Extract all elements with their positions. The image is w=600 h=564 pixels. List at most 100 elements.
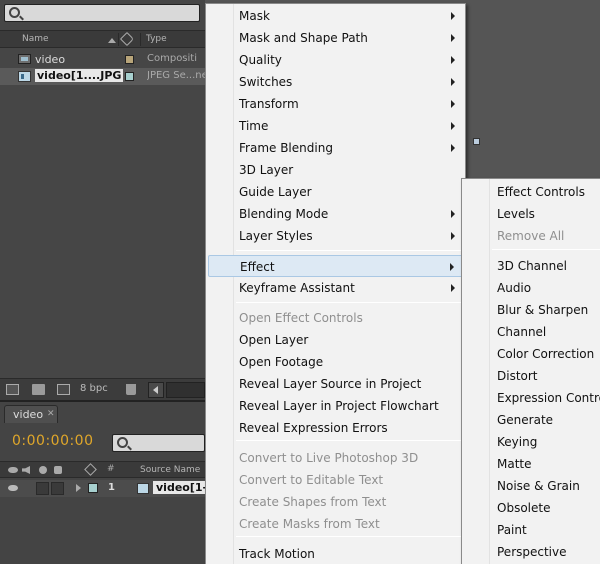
effect-menu-item-channel[interactable]: Channel <box>464 321 600 343</box>
menu-item-transform[interactable]: Transform <box>208 93 463 115</box>
project-item-row[interactable]: video Compositi <box>0 51 205 68</box>
scroll-left-button[interactable] <box>148 382 164 398</box>
interpret-footage-icon[interactable] <box>6 384 19 395</box>
menu-item-open-footage[interactable]: Open Footage <box>208 351 463 373</box>
effect-menu-item-keying[interactable]: Keying <box>464 431 600 453</box>
menu-item-convert-to-live-photoshop-3d: Convert to Live Photoshop 3D <box>208 447 463 469</box>
menu-item-3d-layer[interactable]: 3D Layer <box>208 159 463 181</box>
bit-depth-button[interactable]: 8 bpc <box>80 383 108 394</box>
menu-item-keyframe-assistant[interactable]: Keyframe Assistant <box>208 277 463 299</box>
label-tag-icon[interactable] <box>119 31 135 47</box>
layer-transform-handle[interactable] <box>473 138 480 145</box>
label-color-swatch[interactable] <box>125 72 134 81</box>
chevron-right-icon <box>451 100 455 108</box>
menu-item-reveal-layer-source-in-project[interactable]: Reveal Layer Source in Project <box>208 373 463 395</box>
effect-menu-item-obsolete[interactable]: Obsolete <box>464 497 600 519</box>
effect-menu-item-noise-and-grain[interactable]: Noise & Grain <box>464 475 600 497</box>
menu-item-label: Mask and Shape Path <box>239 31 368 45</box>
effect-menu-item-paint[interactable]: Paint <box>464 519 600 541</box>
composition-icon <box>18 54 31 64</box>
menu-item-label: Convert to Live Photoshop 3D <box>239 451 419 465</box>
menu-item-label: Convert to Editable Text <box>239 473 384 487</box>
search-icon <box>117 437 128 448</box>
eye-icon[interactable] <box>8 485 18 491</box>
menu-item-label: Open Effect Controls <box>239 311 363 325</box>
menu-item-mask-and-shape-path[interactable]: Mask and Shape Path <box>208 27 463 49</box>
chevron-right-icon <box>451 232 455 240</box>
label-color-swatch[interactable] <box>125 55 134 64</box>
effect-menu-item-audio[interactable]: Audio <box>464 277 600 299</box>
effect-menu-item-remove-all: Remove All <box>464 225 600 247</box>
effect-menu-item-3d-channel[interactable]: 3D Channel <box>464 255 600 277</box>
menu-item-label: Blending Mode <box>239 207 329 221</box>
menu-item-label: Effect <box>240 260 275 274</box>
menu-separator <box>236 440 461 441</box>
tab-video-timeline[interactable]: video ✕ <box>4 405 58 423</box>
menu-item-label: Open Layer <box>239 333 309 347</box>
timeline-panel: video ✕ 0:00:00:00 # Source Name 1 video… <box>0 400 211 564</box>
menu-item-reveal-expression-errors[interactable]: Reveal Expression Errors <box>208 417 463 439</box>
source-name-header[interactable]: Source Name <box>140 465 200 475</box>
new-composition-icon[interactable] <box>57 384 70 395</box>
menu-item-blending-mode[interactable]: Blending Mode <box>208 203 463 225</box>
timeline-search-input[interactable] <box>112 434 205 452</box>
project-item-row[interactable]: video[1....JPG JPEG Se...ne <box>0 68 205 85</box>
menu-item-label: Generate <box>497 413 554 427</box>
sort-ascending-icon[interactable] <box>108 38 116 43</box>
effect-menu-item-color-correction[interactable]: Color Correction <box>464 343 600 365</box>
menu-item-label: Create Masks from Text <box>239 517 380 531</box>
effect-menu-item-distort[interactable]: Distort <box>464 365 600 387</box>
menu-item-reveal-layer-in-project-flowchart[interactable]: Reveal Layer in Project Flowchart <box>208 395 463 417</box>
current-time-display[interactable]: 0:00:00:00 <box>12 433 94 449</box>
menu-item-open-layer[interactable]: Open Layer <box>208 329 463 351</box>
menu-item-label: Expression Controls <box>497 391 600 405</box>
effect-menu-item-perspective[interactable]: Perspective <box>464 541 600 563</box>
menu-item-effect[interactable]: Effect <box>208 255 463 277</box>
menu-item-create-shapes-from-text: Create Shapes from Text <box>208 491 463 513</box>
expand-triangle-icon[interactable] <box>76 484 81 492</box>
horizontal-scrollbar[interactable] <box>166 382 205 398</box>
chevron-right-icon <box>451 12 455 20</box>
chevron-right-icon <box>451 210 455 218</box>
lock-toggle[interactable] <box>51 482 64 495</box>
menu-item-label: Track Motion <box>239 547 315 561</box>
menu-item-frame-blending[interactable]: Frame Blending <box>208 137 463 159</box>
close-icon[interactable]: ✕ <box>47 409 55 419</box>
menu-item-switches[interactable]: Switches <box>208 71 463 93</box>
timeline-layer-row[interactable]: 1 video[1- <box>0 480 211 497</box>
effect-menu-item-levels[interactable]: Levels <box>464 203 600 225</box>
type-column-header[interactable]: Type <box>146 34 167 44</box>
menu-item-convert-to-editable-text: Convert to Editable Text <box>208 469 463 491</box>
menu-item-guide-layer[interactable]: Guide Layer <box>208 181 463 203</box>
effect-menu-item-generate[interactable]: Generate <box>464 409 600 431</box>
menu-item-time[interactable]: Time <box>208 115 463 137</box>
menu-item-mask[interactable]: Mask <box>208 5 463 27</box>
column-divider[interactable] <box>140 33 141 46</box>
audio-icon <box>22 466 30 474</box>
layer-name[interactable]: video[1- <box>153 481 211 494</box>
menu-item-track-motion[interactable]: Track Motion <box>208 543 463 564</box>
effect-menu-item-effect-controls[interactable]: Effect Controls <box>464 181 600 203</box>
footage-icon <box>137 483 149 494</box>
effect-menu-item-expression-controls[interactable]: Expression Controls <box>464 387 600 409</box>
column-divider[interactable] <box>118 33 119 46</box>
solo-toggle[interactable] <box>36 482 49 495</box>
effect-menu-item-matte[interactable]: Matte <box>464 453 600 475</box>
project-bottom-toolbar: 8 bpc <box>0 378 205 400</box>
label-tag-icon <box>84 463 97 476</box>
project-search-input[interactable] <box>4 4 200 22</box>
folder-icon[interactable] <box>32 384 45 395</box>
menu-item-label: Layer Styles <box>239 229 313 243</box>
chevron-right-icon <box>451 144 455 152</box>
menu-item-label: Distort <box>497 369 538 383</box>
effect-menu-item-blur-and-sharpen[interactable]: Blur & Sharpen <box>464 299 600 321</box>
label-color-swatch[interactable] <box>88 483 98 493</box>
menu-item-quality[interactable]: Quality <box>208 49 463 71</box>
menu-item-label: Perspective <box>497 545 567 559</box>
menu-item-label: Effect Controls <box>497 185 585 199</box>
trash-icon[interactable] <box>126 384 136 395</box>
menu-item-layer-styles[interactable]: Layer Styles <box>208 225 463 247</box>
menu-item-label: Quality <box>239 53 282 67</box>
name-column-header[interactable]: Name <box>22 34 49 44</box>
menu-item-label: 3D Channel <box>497 259 567 273</box>
